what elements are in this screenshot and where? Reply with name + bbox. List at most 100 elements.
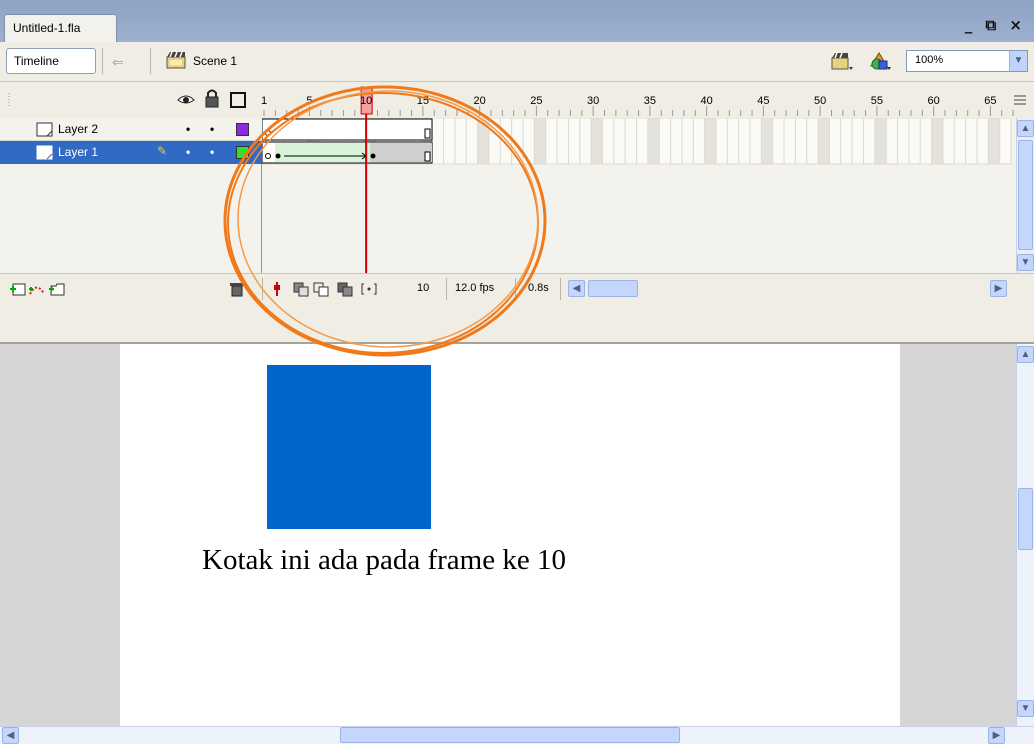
frame-cell[interactable] bbox=[704, 118, 717, 165]
frame-cell[interactable] bbox=[590, 118, 603, 165]
frame-cell[interactable] bbox=[488, 118, 501, 165]
frame-cell[interactable] bbox=[647, 118, 660, 165]
stage-caption[interactable]: Kotak ini ada pada frame ke 10 bbox=[202, 544, 566, 577]
frame-cell[interactable] bbox=[511, 118, 524, 165]
frame-cell[interactable] bbox=[454, 118, 467, 165]
lock-dot[interactable]: • bbox=[210, 145, 214, 159]
edit-multiple-frames-icon[interactable] bbox=[336, 281, 354, 297]
frame-cell[interactable] bbox=[636, 118, 649, 165]
visibility-dot[interactable]: • bbox=[186, 122, 190, 136]
keyframe[interactable] bbox=[275, 153, 281, 159]
frame-cell[interactable] bbox=[840, 118, 853, 165]
frame-cell[interactable] bbox=[624, 118, 638, 165]
frame-cell[interactable] bbox=[965, 118, 978, 165]
insert-folder-icon[interactable] bbox=[48, 281, 66, 297]
stage-vertical-scrollbar[interactable]: ▲ ▼ bbox=[1016, 344, 1034, 726]
scroll-down-icon[interactable]: ▼ bbox=[1017, 700, 1034, 717]
frame-cell[interactable] bbox=[885, 118, 899, 165]
frame-cell[interactable] bbox=[692, 118, 706, 165]
frame-cell[interactable] bbox=[533, 118, 547, 165]
edit-scene-icon[interactable] bbox=[830, 50, 854, 72]
frame-cell[interactable] bbox=[602, 118, 615, 165]
layer-row[interactable]: Layer 2 • • bbox=[0, 118, 262, 141]
frame-cell[interactable] bbox=[726, 118, 740, 165]
modify-onion-markers-icon[interactable] bbox=[360, 281, 378, 297]
frame-cell[interactable] bbox=[760, 118, 774, 165]
frame-cell[interactable] bbox=[908, 118, 921, 165]
document-tab[interactable]: Untitled-1.fla bbox=[4, 14, 117, 42]
frame-cell[interactable] bbox=[772, 118, 785, 165]
frame-cell[interactable] bbox=[953, 118, 967, 165]
scroll-thumb[interactable] bbox=[1018, 140, 1033, 250]
frame-cell[interactable] bbox=[794, 118, 808, 165]
window-controls[interactable]: _ ⧉ × bbox=[965, 16, 1026, 34]
timeline-vertical-scrollbar[interactable]: ▲ ▼ bbox=[1016, 118, 1034, 273]
frame-cell[interactable] bbox=[545, 118, 558, 165]
frame-cell[interactable] bbox=[863, 118, 876, 165]
add-motion-guide-icon[interactable] bbox=[28, 281, 46, 297]
lock-dot[interactable]: • bbox=[210, 122, 214, 136]
back-arrow-icon[interactable]: ⇐ bbox=[112, 54, 124, 71]
frame-cell[interactable] bbox=[658, 118, 672, 165]
frame-cell[interactable] bbox=[567, 118, 581, 165]
frame-cell[interactable] bbox=[499, 118, 513, 165]
outline-color-swatch[interactable] bbox=[236, 123, 249, 136]
frame-cell[interactable] bbox=[579, 118, 592, 165]
frame-cell[interactable] bbox=[987, 118, 1001, 165]
empty-keyframe[interactable] bbox=[265, 153, 271, 159]
scroll-left-icon[interactable]: ◀ bbox=[568, 280, 585, 297]
frame-cell[interactable] bbox=[738, 118, 751, 165]
center-frame-icon[interactable] bbox=[268, 281, 286, 297]
frame-cell[interactable] bbox=[817, 118, 831, 165]
insert-layer-icon[interactable] bbox=[8, 281, 26, 297]
frame-cell[interactable] bbox=[976, 118, 989, 165]
frame-cell[interactable] bbox=[431, 118, 445, 165]
onion-skin-icon[interactable] bbox=[292, 281, 310, 297]
stage-horizontal-scrollbar[interactable]: ◀ ▶ bbox=[0, 726, 1034, 744]
frame-cell[interactable] bbox=[806, 118, 819, 165]
scroll-right-icon[interactable]: ▶ bbox=[990, 280, 1007, 297]
frame-cell[interactable] bbox=[670, 118, 683, 165]
scroll-up-icon[interactable]: ▲ bbox=[1017, 346, 1034, 363]
zoom-select[interactable]: 100% ▼ bbox=[906, 50, 1028, 72]
layer2-frame-span[interactable] bbox=[262, 118, 433, 141]
edit-symbols-icon[interactable] bbox=[868, 50, 892, 72]
frame-cell[interactable] bbox=[874, 118, 887, 165]
visibility-dot[interactable]: • bbox=[186, 145, 190, 159]
frame-cell[interactable] bbox=[613, 118, 626, 165]
frame-cell[interactable] bbox=[999, 118, 1012, 165]
frame-cell[interactable] bbox=[465, 118, 479, 165]
frame-cell[interactable] bbox=[556, 118, 569, 165]
outline-color-swatch[interactable] bbox=[236, 146, 249, 159]
frame-cell[interactable] bbox=[829, 118, 842, 165]
frame-rate-display[interactable]: 12.0 fps bbox=[455, 282, 494, 294]
frame-cell[interactable] bbox=[715, 118, 728, 165]
frame-cell[interactable] bbox=[783, 118, 796, 165]
scroll-thumb[interactable] bbox=[340, 727, 680, 743]
motion-tween[interactable] bbox=[275, 143, 370, 162]
scroll-left-icon[interactable]: ◀ bbox=[2, 727, 19, 744]
keyframe[interactable] bbox=[370, 153, 376, 159]
scroll-thumb[interactable] bbox=[1018, 488, 1033, 550]
scroll-down-icon[interactable]: ▼ bbox=[1017, 254, 1034, 271]
scroll-up-icon[interactable]: ▲ bbox=[1017, 120, 1034, 137]
frame-cell[interactable] bbox=[919, 118, 933, 165]
static-frames[interactable] bbox=[370, 143, 432, 162]
frame-grid[interactable] bbox=[262, 118, 1016, 273]
scene-label[interactable]: Scene 1 bbox=[193, 54, 237, 68]
layer-row-selected[interactable]: Layer 1 ✎ • • bbox=[0, 141, 262, 164]
blue-square-shape[interactable] bbox=[267, 365, 431, 529]
frame-cell[interactable] bbox=[931, 118, 944, 165]
frame-cell[interactable] bbox=[681, 118, 694, 165]
frame-cell[interactable] bbox=[851, 118, 865, 165]
frame-cell[interactable] bbox=[443, 118, 456, 165]
frame-cell[interactable] bbox=[522, 118, 535, 165]
empty-keyframe[interactable] bbox=[265, 130, 271, 136]
chevron-down-icon[interactable]: ▼ bbox=[1009, 51, 1027, 71]
stage[interactable]: Kotak ini ada pada frame ke 10 bbox=[120, 344, 900, 726]
timeline-toggle-button[interactable]: Timeline bbox=[6, 48, 96, 74]
frame-cell[interactable] bbox=[477, 118, 490, 165]
scroll-right-icon[interactable]: ▶ bbox=[988, 727, 1005, 744]
frame-cell[interactable] bbox=[942, 118, 955, 165]
onion-skin-outlines-icon[interactable] bbox=[312, 281, 330, 297]
